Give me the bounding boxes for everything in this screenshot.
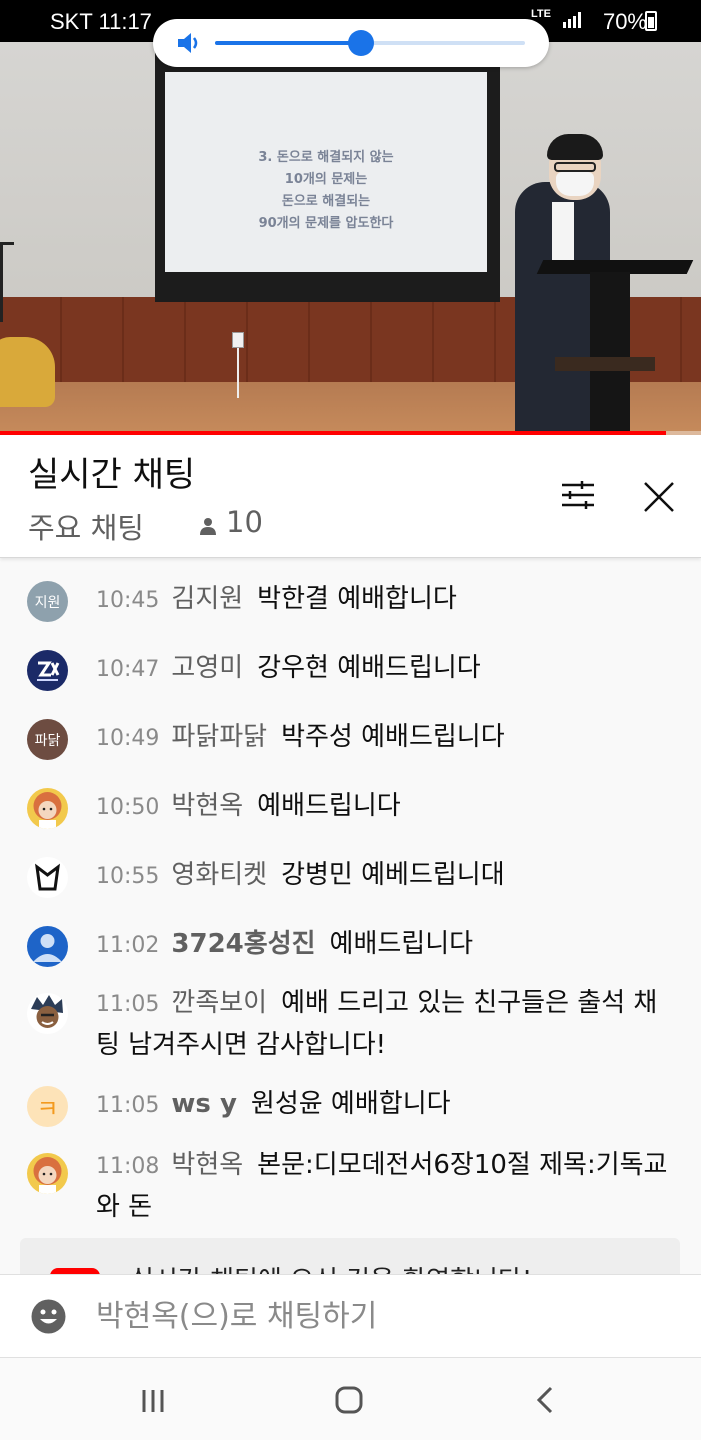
message-time: 10:45 — [96, 588, 160, 613]
battery-icon — [645, 11, 657, 31]
character-avatar-icon — [31, 995, 63, 1028]
avatar[interactable] — [27, 1153, 68, 1194]
slide-text: 3. 돈으로 해결되지 않는 10개의 문제는 돈으로 해결되는 90개의 문제… — [258, 150, 394, 231]
avatar[interactable] — [27, 857, 68, 898]
message-text: 예배드립니다 — [329, 929, 474, 959]
message-text: 강병민 예베드립니대 — [281, 860, 505, 890]
message-author[interactable]: 김지원 — [171, 584, 243, 614]
avatar[interactable]: 파닭 — [27, 719, 68, 760]
message-author[interactable]: 깐족보이 — [171, 988, 267, 1018]
chat-header: 실시간 채팅 주요 채팅 10 — [0, 435, 701, 558]
chat-mode-selector[interactable]: 주요 채팅 — [28, 505, 144, 547]
system-nav-bar — [0, 1358, 701, 1440]
welcome-text: 실시간 채팅에 오신 것을 환영합니다! — [130, 1260, 532, 1274]
recent-apps-icon[interactable] — [134, 1380, 174, 1420]
chat-title: 실시간 채팅 — [28, 455, 196, 495]
message-author[interactable]: 영화티켓 — [171, 860, 267, 890]
avatar[interactable]: 지원 — [27, 581, 68, 622]
default-avatar-icon — [33, 934, 62, 962]
emoji-icon[interactable] — [31, 1299, 66, 1334]
message-time: 11:08 — [96, 1154, 160, 1179]
close-icon[interactable] — [641, 479, 677, 515]
network-type: LTE — [531, 8, 551, 20]
avatar[interactable] — [27, 650, 68, 691]
avatar[interactable] — [27, 993, 68, 1034]
message-time: 10:55 — [96, 864, 160, 889]
message-time: 11:05 — [96, 1093, 160, 1118]
projector-screen: 3. 돈으로 해결되지 않는 10개의 문제는 돈으로 해결되는 90개의 문제… — [165, 72, 487, 272]
message-text: 박주성 예배드립니다 — [281, 722, 505, 752]
chat-message-list[interactable]: 지원 10:45 김지원 박한결 예배합니다 10:47 고영미 강우현 예배드립니다 … — [0, 559, 701, 1274]
chat-input[interactable] — [96, 1293, 656, 1339]
carrier-time: SKT 11:17 — [50, 9, 152, 34]
signal-icon — [563, 12, 581, 28]
viewer-count: 10 — [226, 505, 263, 539]
message-author[interactable]: 3724홍성진 — [171, 929, 315, 959]
message-text: 강우현 예배드립니다 — [257, 653, 481, 683]
message-author[interactable]: 박현옥 — [171, 1150, 243, 1180]
message-text: 예배드립니다 — [257, 791, 401, 821]
volume-panel — [153, 19, 549, 67]
message-time: 11:05 — [96, 992, 160, 1017]
message-author[interactable]: 파닭파닭 — [171, 722, 267, 752]
message-author[interactable]: 박현옥 — [171, 791, 243, 821]
message-author[interactable]: ws y — [171, 1089, 237, 1119]
message-text: 박한결 예배합니다 — [257, 584, 457, 614]
logo-avatar-icon — [37, 661, 60, 681]
back-icon[interactable] — [525, 1380, 565, 1420]
person-icon — [200, 518, 216, 535]
crown-avatar-icon — [35, 863, 60, 891]
chat-input-bar — [0, 1274, 701, 1358]
message-text: 원성윤 예배합니다 — [250, 1089, 451, 1119]
battery-percent: 70% — [602, 9, 647, 34]
video-player[interactable]: 3. 돈으로 해결되지 않는 10개의 문제는 돈으로 해결되는 90개의 문제… — [0, 42, 701, 435]
cartoon-avatar-icon — [33, 1157, 62, 1194]
message-time: 10:49 — [96, 726, 160, 751]
home-icon[interactable] — [329, 1380, 369, 1420]
avatar[interactable]: ㅋ — [27, 1086, 68, 1127]
speaker-icon[interactable] — [175, 31, 203, 55]
avatar[interactable] — [27, 788, 68, 829]
volume-thumb[interactable] — [347, 30, 374, 56]
message-time: 10:50 — [96, 795, 160, 820]
volume-slider[interactable] — [215, 30, 525, 56]
tune-icon[interactable] — [560, 480, 596, 510]
cartoon-avatar-icon — [33, 792, 62, 829]
welcome-banner: 실시간 채팅에 오신 것을 환영합니다! — [20, 1238, 680, 1274]
message-time: 11:02 — [96, 933, 160, 958]
message-author[interactable]: 고영미 — [171, 653, 243, 683]
message-time: 10:47 — [96, 657, 160, 682]
avatar[interactable] — [27, 926, 68, 967]
